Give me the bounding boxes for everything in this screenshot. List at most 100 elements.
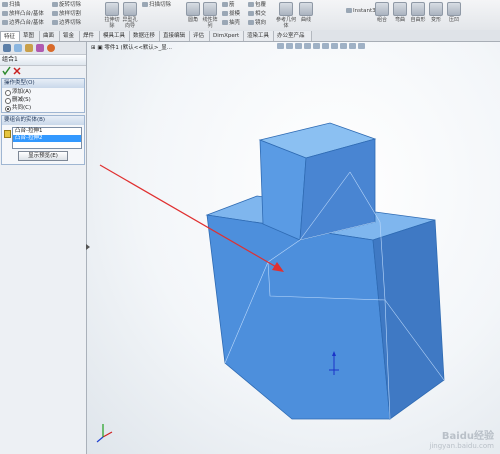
radio-dot-selected [5,106,11,112]
solid-bodies-icon [4,130,11,138]
watermark: Baidu经验 jingyan.baidu.com [429,431,494,450]
view-settings-icon[interactable] [358,43,365,49]
tab-evaluate[interactable]: 评估 [190,31,210,41]
draft-button[interactable]: 拔模 [222,11,240,18]
loft-icon [2,11,8,16]
radio-add[interactable]: 添加(A) [2,88,84,96]
tab-mold-tools[interactable]: 模具工具 [100,31,130,41]
mirror-icon [248,20,254,25]
wrap-button[interactable]: 包覆 [248,2,266,9]
bodies-listbox[interactable]: 凸台-拉伸1 凸台-拉伸2 [12,127,82,149]
boundary-cut-button[interactable]: 边界切除 [52,20,81,27]
bodies-header[interactable]: 要组合的实体(B) [2,116,84,125]
property-manager-icon[interactable] [14,44,22,52]
show-preview-button[interactable]: 显示预览(E) [18,151,68,161]
command-manager-ribbon: 扫描 放样凸台/基体 边界凸台/基体 旋转切除 放样切割 边界切除 拉伸切除 异… [0,0,500,31]
zoom-area-icon[interactable] [286,43,293,49]
apply-scene-icon[interactable] [349,43,356,49]
sweep-button[interactable]: 扫描 [2,2,20,9]
sweep-cut-icon [142,2,148,7]
display-manager-icon[interactable] [47,44,55,52]
fillet-button[interactable]: 圆角 [185,2,201,23]
ok-cancel-row [0,66,86,76]
indent-button[interactable]: 压凹 [446,2,462,23]
tab-office-products[interactable]: 办公室产品 [274,31,312,41]
reference-geometry-button[interactable]: 参考几何体 [276,2,296,29]
deform-button[interactable]: 变形 [428,2,444,23]
panel-splitter[interactable] [86,240,90,254]
rib-button[interactable]: 筋 [222,2,235,9]
command-tabs: 特征 草图 曲面 钣金 焊件 模具工具 数据迁移 直接编辑 评估 DimXper… [0,30,500,42]
fillet-icon [186,2,200,16]
flex-button[interactable]: 弯曲 [392,2,408,23]
cancel-icon[interactable] [13,67,21,75]
tab-surfaces[interactable]: 曲面 [40,31,60,41]
freeform-icon [411,2,425,16]
shell-icon [222,20,228,25]
zoom-to-fit-icon[interactable] [277,43,284,49]
loft-cut-icon [52,11,58,16]
wrap-icon [248,2,254,7]
radio-subtract[interactable]: 删减(S) [2,96,84,104]
freeform-button[interactable]: 自由形 [410,2,426,23]
section-view-icon[interactable] [304,43,311,49]
feature-tree-icon[interactable] [3,44,11,52]
tab-sketch[interactable]: 草图 [20,31,40,41]
instant3d-icon [346,8,352,13]
hide-show-icon[interactable] [331,43,338,49]
curves-icon [299,2,313,16]
boundary-cut-icon [52,20,58,25]
edit-appearance-icon[interactable] [340,43,347,49]
list-item[interactable]: 凸台-拉伸2 [13,135,81,142]
intersect-button[interactable]: 相交 [248,11,266,18]
combine-button[interactable]: 组合 [374,2,390,23]
display-style-icon[interactable] [322,43,329,49]
view-orientation-icon[interactable] [313,43,320,49]
loft-cut-button[interactable]: 放样切割 [52,11,81,18]
radio-common[interactable]: 共同(C) [2,104,84,112]
tab-direct-editing[interactable]: 直接编辑 [160,31,190,41]
extrude-cut-button[interactable]: 拉伸切除 [104,2,120,29]
revolve-cut-icon [52,2,58,7]
linear-pattern-icon [203,2,217,16]
operation-type-header[interactable]: 操作类型(O) [2,79,84,88]
mirror-button[interactable]: 镜向 [248,20,266,27]
graphics-area[interactable]: ⊞ ▣ 零件1 (默认<<默认>_显... [87,42,500,454]
list-item[interactable]: 凸台-拉伸1 [13,128,81,135]
reference-geometry-icon [279,2,293,16]
ok-icon[interactable] [2,66,11,76]
property-manager-panel: 组合1 操作类型(O) 添加(A) 删减(S) 共同(C) 要组合的实体(B) … [0,42,87,454]
boundary-boss-button[interactable]: 边界凸台/基体 [2,20,44,27]
loft-button[interactable]: 放样凸台/基体 [2,11,44,18]
tab-features[interactable]: 特征 [0,31,20,41]
configuration-manager-icon[interactable] [25,44,33,52]
tab-render-tools[interactable]: 渲染工具 [244,31,274,41]
sweep-cut-button[interactable]: 扫描切除 [142,2,171,9]
hole-wizard-button[interactable]: 异型孔向导 [122,2,138,29]
boundary-boss-icon [2,20,8,25]
combine-icon [375,2,389,16]
heads-up-view-toolbar [277,43,367,51]
sweep-icon [2,2,8,7]
linear-pattern-button[interactable]: 线性阵列 [202,2,218,29]
draft-icon [222,11,228,16]
shell-button[interactable]: 抽壳 [222,20,240,27]
dimxpert-manager-icon[interactable] [36,44,44,52]
tab-dimxpert[interactable]: DimXpert [210,31,244,41]
indent-icon [447,2,461,16]
revolve-cut-button[interactable]: 旋转切除 [52,2,81,9]
deform-icon [429,2,443,16]
tab-sheet-metal[interactable]: 钣金 [60,31,80,41]
hole-wizard-icon [123,2,137,16]
rib-icon [222,2,228,7]
tab-data-migration[interactable]: 数据迁移 [130,31,160,41]
flyout-feature-tree[interactable]: ⊞ ▣ 零件1 (默认<<默认>_显... [91,43,172,51]
tab-weldments[interactable]: 焊件 [80,31,100,41]
panel-toolbar [0,42,86,55]
curves-button[interactable]: 曲线 [298,2,314,23]
feature-title: 组合1 [0,55,86,66]
operation-type-section: 操作类型(O) 添加(A) 删减(S) 共同(C) [1,78,85,113]
bodies-row: 凸台-拉伸1 凸台-拉伸2 [2,127,84,149]
previous-view-icon[interactable] [295,43,302,49]
flex-icon [393,2,407,16]
